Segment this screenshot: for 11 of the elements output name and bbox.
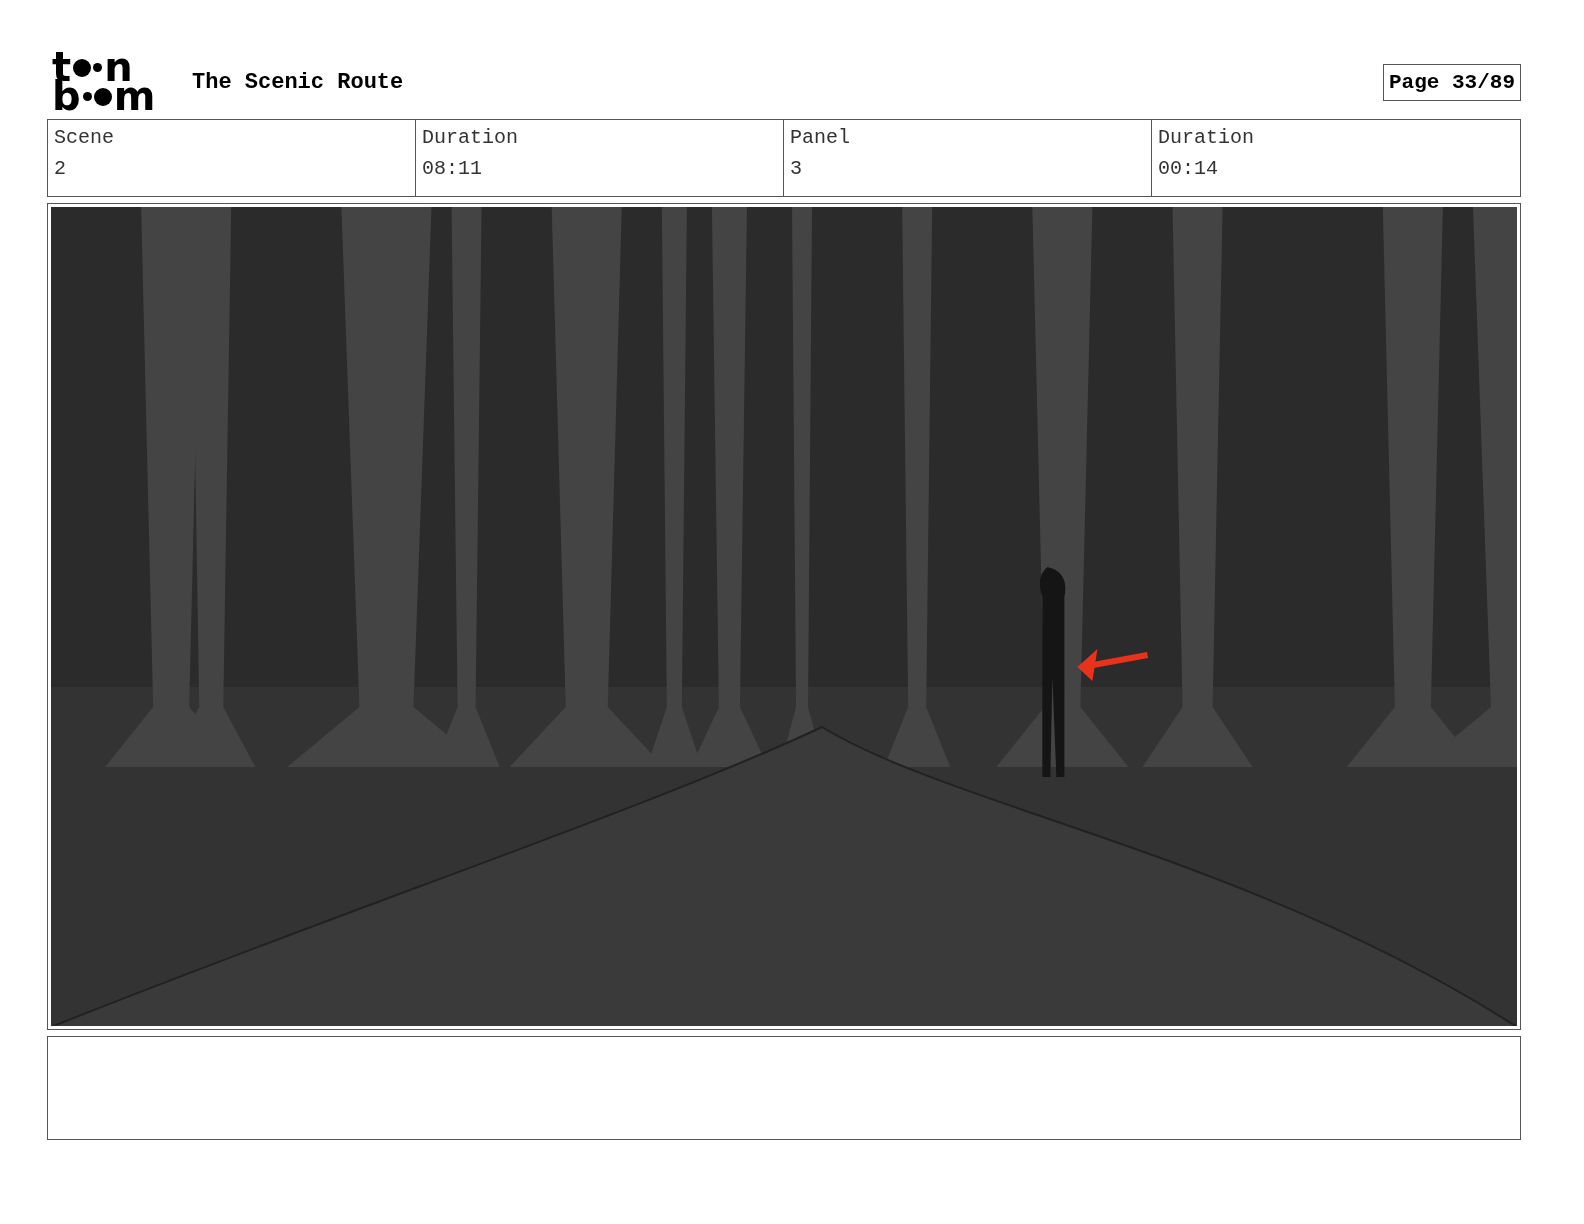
field-value: 3	[790, 157, 803, 180]
field-value: 2	[54, 157, 67, 180]
storyboard-title: The Scenic Route	[192, 69, 405, 95]
field-label: Scene	[54, 126, 115, 149]
page-number: Page 33/89	[1382, 63, 1521, 101]
field-value: 08:11	[422, 157, 483, 180]
field-label: Duration	[1158, 126, 1255, 149]
field-value: 00:14	[1158, 157, 1219, 180]
field-label: Panel	[790, 126, 851, 149]
field-label: Duration	[422, 126, 519, 149]
logo: t n b m	[52, 53, 157, 111]
